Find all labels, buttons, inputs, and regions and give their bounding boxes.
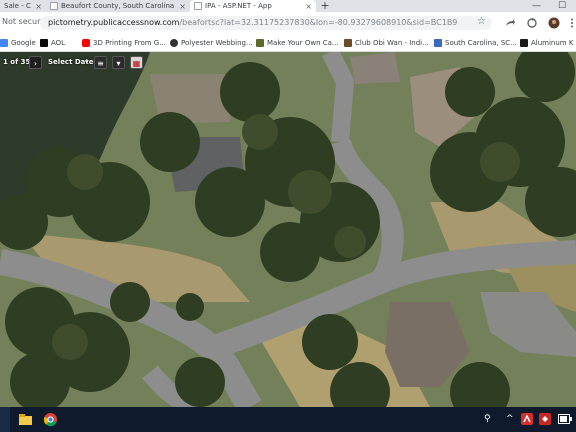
os-taskbar: ⚲ ^ <box>0 407 576 432</box>
tab-bar: Sale - C × Beaufort County, South Caroli… <box>0 0 576 12</box>
bookmark-label: AOL <box>51 38 66 47</box>
page-icon <box>434 38 442 47</box>
tab-label: Sale - C <box>4 2 31 10</box>
map-toolbar: 1 of 35 › Select Date ▾ ≡ ▾ ▦ <box>0 55 150 71</box>
restore-button[interactable]: ☐ <box>558 0 566 12</box>
tab-ipa[interactable]: IPA - ASP.NET - App × <box>190 0 316 12</box>
url-field[interactable]: pictometry.publicaccessnow.com/beafortsc… <box>40 16 492 30</box>
tab-label: IPA - ASP.NET - App <box>205 2 272 10</box>
url-host: pictometry.publicaccessnow.com <box>48 18 180 27</box>
battery-icon[interactable] <box>558 414 572 424</box>
page-indicator: 1 of 35 <box>3 58 31 66</box>
aluminum-icon <box>520 38 528 47</box>
start-button[interactable] <box>0 407 10 432</box>
share-icon[interactable] <box>504 17 516 29</box>
new-tab-button[interactable]: + <box>318 0 332 12</box>
tab-sale[interactable]: Sale - C × <box>0 0 46 12</box>
bookmark-google[interactable]: Google <box>0 37 36 48</box>
bookmark-aluminum[interactable]: Aluminum K S <box>520 37 576 48</box>
bookmarks-bar: Google AOL 3D Printing From G... Polyest… <box>0 34 576 52</box>
page-icon <box>194 2 202 10</box>
close-icon[interactable]: × <box>305 2 312 11</box>
chevron-up-icon[interactable]: ^ <box>506 414 514 424</box>
bookmark-3d-printing[interactable]: 3D Printing From G... <box>82 37 166 48</box>
bookmark-polyester-webbing[interactable]: Polyester Webbing... <box>170 37 253 48</box>
sync-icon[interactable] <box>526 17 538 29</box>
tab-label: Beaufort County, South Carolina <box>61 2 175 10</box>
bookmark-label: Club Obi Wan - Indi... <box>355 38 429 47</box>
bookmark-south-carolina[interactable]: South Carolina, SC... <box>434 37 517 48</box>
bookmark-camo[interactable]: Make Your Own Ca... <box>256 37 339 48</box>
webbing-icon <box>170 38 178 47</box>
url-path: /beafortsc?lat=32.31175237830&lon=-80.93… <box>179 18 458 27</box>
security-label[interactable]: Not secure <box>2 17 45 26</box>
close-icon[interactable]: × <box>179 2 186 11</box>
club-icon <box>344 38 352 47</box>
bookmark-label: 3D Printing From G... <box>93 38 166 47</box>
aerial-map-view[interactable] <box>0 52 576 407</box>
bookmark-label: Polyester Webbing... <box>181 38 253 47</box>
minimize-button[interactable]: — <box>532 0 541 12</box>
file-explorer-icon[interactable] <box>18 412 33 427</box>
calendar-icon[interactable]: ▦ <box>130 56 143 69</box>
bookmark-label: South Carolina, SC... <box>445 38 517 47</box>
address-bar-row: Not secure pictometry.publicaccessnow.co… <box>0 12 576 34</box>
bookmark-label: Make Your Own Ca... <box>267 38 339 47</box>
antivirus-icon[interactable] <box>521 413 533 425</box>
aerial-photo <box>0 52 576 407</box>
page-icon <box>50 2 58 10</box>
apps-grid-icon <box>0 38 8 47</box>
pin-icon[interactable]: ▾ <box>112 56 125 69</box>
bookmark-label: Google <box>11 38 36 47</box>
url-text: pictometry.publicaccessnow.com/beafortsc… <box>48 18 458 27</box>
next-image-button[interactable]: › <box>29 56 42 69</box>
star-icon[interactable]: ☆ <box>477 16 486 27</box>
layers-icon[interactable]: ≡ <box>94 56 107 69</box>
camo-icon <box>256 38 264 47</box>
people-icon[interactable]: ⚲ <box>484 414 491 424</box>
bookmark-label: Aluminum K S <box>531 38 576 47</box>
profile-icon[interactable] <box>548 17 560 29</box>
menu-icon[interactable] <box>566 17 576 29</box>
tab-beaufort[interactable]: Beaufort County, South Carolina × <box>46 0 190 12</box>
bookmark-club-obi-wan[interactable]: Club Obi Wan - Indi... <box>344 37 429 48</box>
youtube-icon <box>82 38 90 47</box>
chevron-down-icon[interactable]: ▾ <box>85 58 89 66</box>
close-icon[interactable]: × <box>35 2 42 11</box>
chrome-icon[interactable] <box>43 412 58 427</box>
app-icon[interactable] <box>539 413 551 425</box>
aol-icon <box>40 38 48 47</box>
bookmark-aol[interactable]: AOL <box>40 37 65 48</box>
